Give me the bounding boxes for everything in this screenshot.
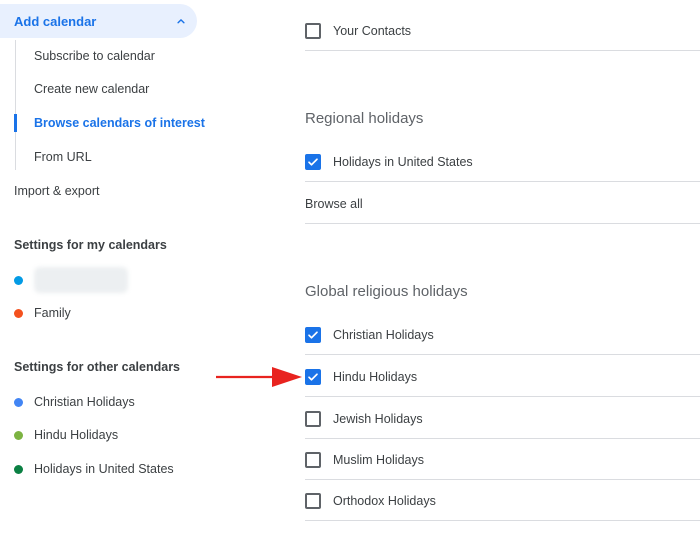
browse-all-link[interactable]: Browse all: [305, 184, 700, 224]
other-calendar-item-hindu[interactable]: Hindu Holidays: [14, 425, 118, 445]
my-calendars-heading: Settings for my calendars: [14, 238, 167, 252]
calendar-color-dot: [14, 397, 23, 407]
global-religious-holidays-title: Global religious holidays: [305, 283, 468, 300]
my-calendar-item[interactable]: [14, 267, 128, 293]
orthodox-holidays-row[interactable]: Orthodox Holidays: [305, 481, 700, 521]
your-contacts-row[interactable]: Your Contacts: [305, 11, 700, 51]
checkbox[interactable]: [305, 410, 321, 427]
regional-holidays-title: Regional holidays: [305, 110, 424, 127]
calendar-color-dot: [14, 464, 23, 474]
checkbox-checked[interactable]: [305, 153, 321, 170]
chevron-up-icon: [177, 19, 185, 24]
calendar-color-dot: [14, 308, 23, 318]
checkbox[interactable]: [305, 22, 321, 39]
your-contacts-label: Your Contacts: [333, 23, 412, 38]
add-calendar-label: Add calendar: [14, 13, 97, 29]
hindu-holidays-row[interactable]: Hindu Holidays: [305, 357, 700, 397]
browse-calendars-panel: Your Contacts Regional holidays Holidays…: [305, 0, 700, 541]
submenu-active-indicator: [14, 114, 17, 132]
blurred-calendar-name: [34, 267, 128, 293]
holiday-label: Hindu Holidays: [333, 369, 418, 384]
holiday-label: Orthodox Holidays: [333, 493, 436, 508]
checkbox[interactable]: [305, 451, 321, 468]
browse-calendars-of-interest-link[interactable]: Browse calendars of interest: [34, 116, 205, 130]
jewish-holidays-row[interactable]: Jewish Holidays: [305, 399, 700, 439]
checkbox-checked[interactable]: [305, 368, 321, 385]
holiday-label: Muslim Holidays: [333, 452, 424, 467]
create-new-calendar-link[interactable]: Create new calendar: [34, 82, 149, 96]
calendar-color-dot: [14, 430, 23, 440]
check-icon: [308, 330, 318, 339]
other-calendars-heading: Settings for other calendars: [14, 360, 181, 374]
muslim-holidays-row[interactable]: Muslim Holidays: [305, 440, 700, 480]
from-url-link[interactable]: From URL: [34, 150, 92, 164]
other-calendar-item-us-holidays[interactable]: Holidays in United States: [14, 459, 174, 479]
my-calendar-item-family[interactable]: Family: [14, 303, 71, 323]
annotation-arrow: [216, 367, 302, 387]
calendar-name: Hindu Holidays: [34, 428, 119, 442]
calendar-name: Family: [34, 306, 71, 320]
holiday-label: Christian Holidays: [333, 327, 434, 342]
submenu-guide-line: [15, 40, 16, 170]
holiday-label: Holidays in United States: [333, 154, 473, 169]
holidays-united-states-row[interactable]: Holidays in United States: [305, 142, 700, 182]
calendar-color-dot: [14, 275, 23, 285]
checkbox-checked[interactable]: [305, 326, 321, 343]
other-calendar-item-christian[interactable]: Christian Holidays: [14, 392, 135, 412]
check-icon: [308, 372, 318, 381]
check-icon: [308, 157, 318, 166]
subscribe-to-calendar-link[interactable]: Subscribe to calendar: [34, 49, 155, 63]
holiday-label: Jewish Holidays: [333, 411, 423, 426]
add-calendar-toggle[interactable]: Add calendar: [0, 4, 197, 38]
settings-sidebar: Add calendar Subscribe to calendar Creat…: [0, 0, 215, 541]
checkbox[interactable]: [305, 492, 321, 509]
calendar-name: Christian Holidays: [34, 395, 135, 409]
calendar-name: Holidays in United States: [34, 462, 174, 476]
import-export-link[interactable]: Import & export: [14, 184, 99, 198]
christian-holidays-row[interactable]: Christian Holidays: [305, 315, 700, 355]
